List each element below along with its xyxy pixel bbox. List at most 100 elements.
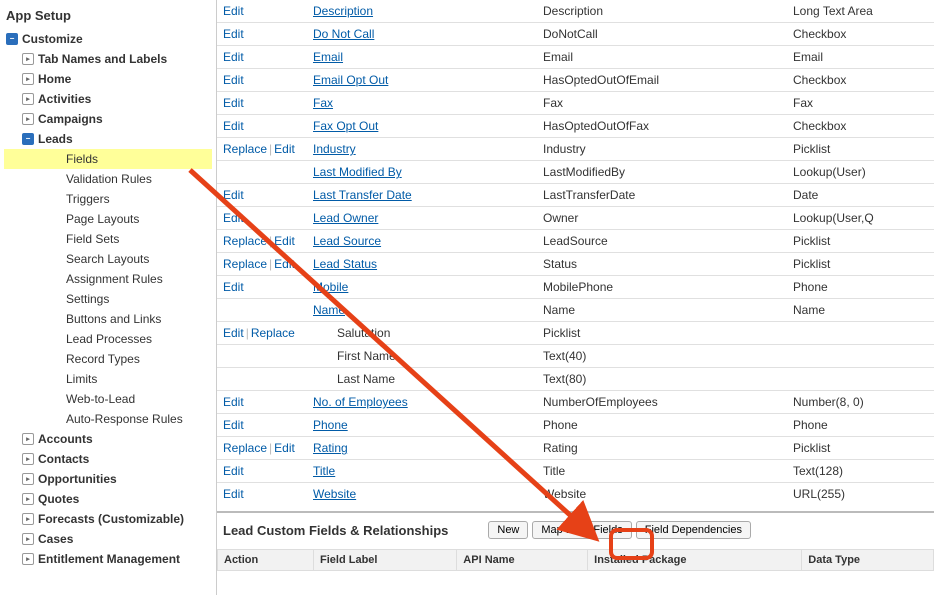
field-label-link[interactable]: Do Not Call (313, 27, 374, 41)
field-label-link[interactable]: Phone (313, 418, 348, 432)
field-label-link[interactable]: Email Opt Out (313, 73, 388, 87)
edit-link[interactable]: Edit (274, 441, 295, 455)
sidebar-item-forecasts-customizable-[interactable]: Forecasts (Customizable) (4, 509, 212, 529)
edit-link[interactable]: Edit (223, 487, 244, 501)
edit-link[interactable]: Edit (223, 211, 244, 225)
sidebar-item-fields[interactable]: Fields (4, 149, 212, 169)
field-label-cell: Mobile (307, 276, 537, 299)
field-label-link[interactable]: Lead Owner (313, 211, 378, 225)
field-label-link[interactable]: Name (313, 303, 345, 317)
edit-link[interactable]: Edit (274, 257, 295, 271)
sidebar-item-settings[interactable]: Settings (4, 289, 212, 309)
replace-link[interactable]: Replace (223, 234, 267, 248)
field-data-type: Name (787, 299, 934, 322)
sidebar-item-opportunities[interactable]: Opportunities (4, 469, 212, 489)
sidebar-item-campaigns[interactable]: Campaigns (4, 109, 212, 129)
sidebar-item-home[interactable]: Home (4, 69, 212, 89)
field-label-link[interactable]: Mobile (313, 280, 348, 294)
field-label-link[interactable]: Title (313, 464, 335, 478)
custom-fields-title: Lead Custom Fields & Relationships (223, 523, 448, 538)
expand-icon[interactable] (22, 113, 34, 125)
sidebar-item-triggers[interactable]: Triggers (4, 189, 212, 209)
expand-icon[interactable] (22, 533, 34, 545)
sidebar-item-accounts[interactable]: Accounts (4, 429, 212, 449)
edit-link[interactable]: Edit (223, 188, 244, 202)
field-dependencies-button[interactable]: Field Dependencies (636, 521, 751, 539)
replace-link[interactable]: Replace (223, 257, 267, 271)
expand-icon[interactable] (22, 553, 34, 565)
map-lead-fields-button[interactable]: Map Lead Fields (532, 521, 631, 539)
sidebar-item-lead-processes[interactable]: Lead Processes (4, 329, 212, 349)
sidebar-item-quotes[interactable]: Quotes (4, 489, 212, 509)
field-label-link[interactable]: Last Modified By (313, 165, 402, 179)
replace-link[interactable]: Replace (223, 441, 267, 455)
field-label-link[interactable]: Fax (313, 96, 333, 110)
collapse-icon[interactable] (22, 133, 34, 145)
field-label-link[interactable]: No. of Employees (313, 395, 408, 409)
expand-icon[interactable] (22, 513, 34, 525)
edit-link[interactable]: Edit (223, 395, 244, 409)
field-label-link[interactable]: Description (313, 4, 373, 18)
sidebar-item-label: Search Layouts (66, 252, 149, 266)
field-label-link[interactable]: Rating (313, 441, 348, 455)
edit-link[interactable]: Edit (223, 50, 244, 64)
sidebar-item-page-layouts[interactable]: Page Layouts (4, 209, 212, 229)
edit-link[interactable]: Edit (223, 4, 244, 18)
expand-icon[interactable] (22, 473, 34, 485)
sidebar-item-cases[interactable]: Cases (4, 529, 212, 549)
edit-link[interactable]: Edit (274, 234, 295, 248)
field-api-name: Text(80) (537, 368, 787, 391)
edit-link[interactable]: Edit (223, 418, 244, 432)
field-label-link[interactable]: Email (313, 50, 343, 64)
edit-link[interactable]: Edit (223, 464, 244, 478)
sidebar-item-buttons-and-links[interactable]: Buttons and Links (4, 309, 212, 329)
sidebar-item-label: Web-to-Lead (66, 392, 135, 406)
field-api-name: Owner (537, 207, 787, 230)
field-label-link[interactable]: Lead Status (313, 257, 377, 271)
sidebar-item-customize[interactable]: Customize (4, 29, 212, 49)
row-actions (217, 161, 307, 184)
field-label-link[interactable]: Website (313, 487, 356, 501)
sidebar-item-entitlement-management[interactable]: Entitlement Management (4, 549, 212, 569)
field-label-link[interactable]: Last Transfer Date (313, 188, 412, 202)
sidebar-item-field-sets[interactable]: Field Sets (4, 229, 212, 249)
collapse-icon[interactable] (6, 33, 18, 45)
sidebar-item-label: Settings (66, 292, 109, 306)
edit-link[interactable]: Edit (223, 326, 244, 340)
sidebar-item-leads[interactable]: Leads (4, 129, 212, 149)
sidebar-item-contacts[interactable]: Contacts (4, 449, 212, 469)
sidebar-item-limits[interactable]: Limits (4, 369, 212, 389)
sidebar-item-label: Page Layouts (66, 212, 139, 226)
expand-icon[interactable] (22, 93, 34, 105)
sidebar-item-validation-rules[interactable]: Validation Rules (4, 169, 212, 189)
sidebar-item-tab-names-and-labels[interactable]: Tab Names and Labels (4, 49, 212, 69)
edit-link[interactable]: Edit (223, 27, 244, 41)
sidebar-item-label: Campaigns (38, 112, 103, 126)
field-data-type: Long Text Area (787, 0, 934, 23)
table-row: EditTitleTitleText(128) (217, 460, 934, 483)
expand-icon[interactable] (22, 493, 34, 505)
field-label-link[interactable]: Industry (313, 142, 356, 156)
sidebar-item-assignment-rules[interactable]: Assignment Rules (4, 269, 212, 289)
edit-link[interactable]: Edit (223, 280, 244, 294)
field-label-link[interactable]: Fax Opt Out (313, 119, 378, 133)
expand-icon[interactable] (22, 453, 34, 465)
new-button[interactable]: New (488, 521, 528, 539)
field-data-type: Picklist (787, 437, 934, 460)
expand-icon[interactable] (22, 53, 34, 65)
expand-icon[interactable] (22, 433, 34, 445)
edit-link[interactable]: Edit (223, 96, 244, 110)
sidebar-item-activities[interactable]: Activities (4, 89, 212, 109)
edit-link[interactable]: Edit (223, 119, 244, 133)
sidebar-item-record-types[interactable]: Record Types (4, 349, 212, 369)
sidebar-item-web-to-lead[interactable]: Web-to-Lead (4, 389, 212, 409)
field-data-type: Picklist (787, 253, 934, 276)
expand-icon[interactable] (22, 73, 34, 85)
replace-link[interactable]: Replace (251, 326, 295, 340)
edit-link[interactable]: Edit (223, 73, 244, 87)
field-label-link[interactable]: Lead Source (313, 234, 381, 248)
edit-link[interactable]: Edit (274, 142, 295, 156)
sidebar-item-auto-response-rules[interactable]: Auto-Response Rules (4, 409, 212, 429)
sidebar-item-search-layouts[interactable]: Search Layouts (4, 249, 212, 269)
replace-link[interactable]: Replace (223, 142, 267, 156)
